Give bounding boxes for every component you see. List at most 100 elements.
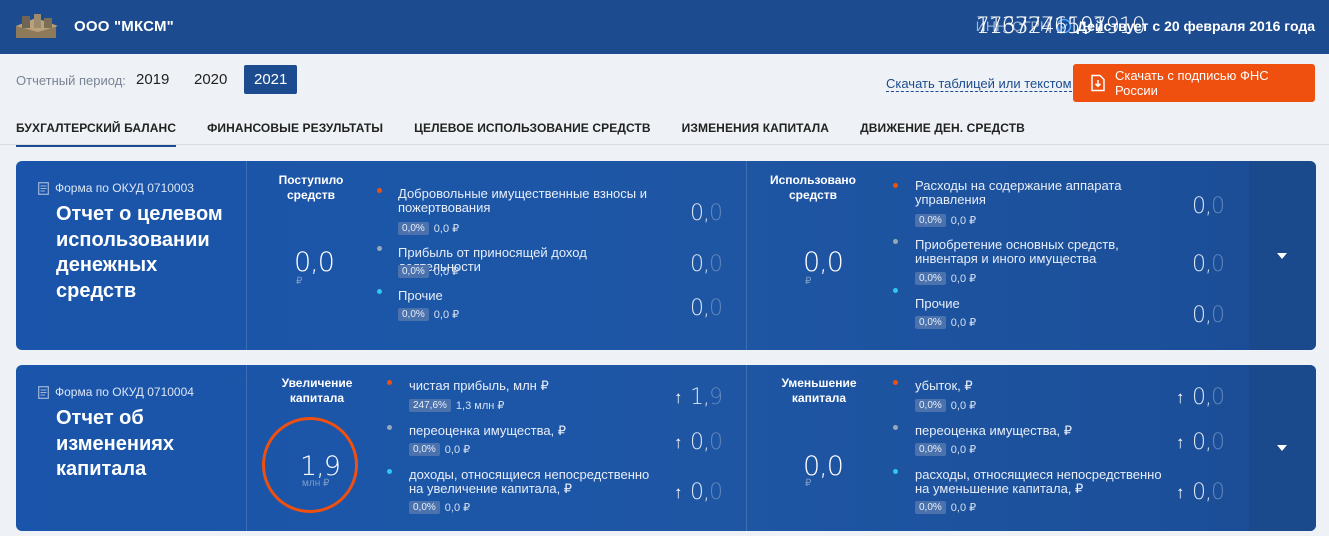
item-amount: 0,0 ₽ [950,502,977,514]
year-2020-button[interactable]: 2020 [184,65,237,94]
item-amount: 0,0 ₽ [444,444,471,456]
arrow-up-icon: ↑ [1176,433,1185,452]
download-file-icon [1091,74,1105,92]
bullet-dot [377,289,382,294]
column-divider [246,365,247,531]
top-bar: ООО "МКСМ" ИНН 7733271597 ОГРН 116774619… [0,0,1329,54]
decrease-item-label: убыток, ₽ [915,378,973,393]
expense-heading: Использовано средств [769,173,857,202]
decrease-heading: Уменьшение капитала [781,376,857,405]
download-fns-button[interactable]: Скачать с подписью ФНС России [1073,64,1315,102]
increase-item-label: переоценка имущества, ₽ [409,423,567,438]
income-item-value: 0,0 [690,201,723,226]
caret-down-icon [1277,445,1287,451]
bullet-dot [377,246,382,251]
income-item-label: Добровольные имущественные взносы и поже… [398,186,647,215]
increase-item-sub: 0,0% 0,0 ₽ [409,443,470,456]
caret-down-icon [1277,252,1287,259]
arrow-up-icon: ↑ [1176,388,1185,407]
decrease-total-unit: ₽ [805,478,812,489]
item-amount: 0,0 ₽ [950,273,977,285]
bullet-dot [893,288,898,293]
percent-badge: 0,0% [915,443,946,456]
percent-badge: 0,0% [915,214,946,227]
income-item-value: 0,0 [690,252,723,277]
form-code: Форма по ОКУД 0710003 [38,181,194,195]
item-amount: 0,0 ₽ [950,215,977,227]
period-label: Отчетный период: [16,73,126,88]
decrease-item-label: переоценка имущества, ₽ [915,423,1073,438]
arrow-up-icon: ↑ [674,388,683,407]
increase-item-label: доходы, относящиеся непосредственно на у… [409,467,650,496]
tabs-divider [0,144,1329,145]
increase-item-label: чистая прибыль, млн ₽ [409,378,549,393]
capital-changes-report-card: Форма по ОКУД 0710004 Отчет об изменения… [16,365,1316,531]
increase-item-value: 1,9 [690,385,723,410]
form-code: Форма по ОКУД 0710004 [38,385,194,399]
bullet-dot [387,425,392,430]
bullet-dot [377,188,382,193]
expense-item-sub: 0,0% 0,0 ₽ [915,272,976,285]
expense-item-value: 0,0 [1192,194,1225,219]
increase-item-value: 0,0 [690,480,723,505]
expense-item-value: 0,0 [1192,252,1225,277]
item-amount: 0,0 ₽ [433,309,460,321]
percent-badge: 0,0% [398,308,429,321]
percent-badge: 0,0% [409,501,440,514]
expense-item-sub: 0,0% 0,0 ₽ [915,214,976,227]
expense-item-sub: 0,0% 0,0 ₽ [915,316,976,329]
bullet-dot [893,425,898,430]
expense-item-label: Приобретение основных средств, инвентаря… [915,237,1119,266]
income-item-sub: 0,0% 0,0 ₽ [398,265,459,278]
increase-item-sub: 247,6% 1,3 млн ₽ [409,399,504,412]
decrease-item-label: расходы, относящиеся непосредственно на … [915,467,1162,496]
decrease-item-sub: 0,0% 0,0 ₽ [915,501,976,514]
income-item-label: Прочие [398,288,443,303]
expense-item-label: Прочие [915,296,960,311]
registration-info: ИНН 7733271597 ОГРН 1167746191910 Действ… [976,14,1315,39]
item-amount: 0,0 ₽ [950,317,977,329]
document-icon [38,181,49,195]
item-amount: 0,0 ₽ [433,223,460,235]
bullet-dot [893,183,898,188]
expense-item-label: Расходы на содержание аппарата управлени… [915,178,1122,207]
bullet-dot [893,469,898,474]
income-heading: Поступило средств [278,173,344,202]
expense-total-unit: ₽ [805,276,812,287]
expense-item-value: 0,0 [1192,303,1225,328]
item-amount: 0,0 ₽ [444,502,471,514]
card-title: Отчет об изменениях капитала [56,407,175,480]
expand-card-button[interactable] [1249,365,1316,531]
percent-badge: 0,0% [915,501,946,514]
decrease-item-value: 0,0 [1192,430,1225,455]
item-amount: 1,3 млн ₽ [455,400,505,412]
column-divider [746,161,747,350]
column-divider [746,365,747,531]
arrow-up-icon: ↑ [674,483,683,502]
year-2019-button[interactable]: 2019 [126,65,179,94]
decrease-item-sub: 0,0% 0,0 ₽ [915,443,976,456]
percent-badge: 247,6% [409,399,451,412]
increase-heading: Увеличение капитала [281,376,353,405]
percent-badge: 0,0% [915,316,946,329]
percent-badge: 0,0% [398,265,429,278]
decrease-item-value: 0,0 [1192,480,1225,505]
income-total-unit: ₽ [296,276,303,287]
income-total: 0,0 [294,247,335,278]
bullet-dot [893,380,898,385]
item-amount: 0,0 ₽ [433,266,460,278]
decrease-item-value: 0,0 [1192,385,1225,410]
income-item-sub: 0,0% 0,0 ₽ [398,308,459,321]
column-divider [246,161,247,350]
decrease-item-sub: 0,0% 0,0 ₽ [915,399,976,412]
percent-badge: 0,0% [915,399,946,412]
download-table-link[interactable]: Скачать таблицей или текстом [886,76,1072,92]
percent-badge: 0,0% [398,222,429,235]
year-2021-button[interactable]: 2021 [244,65,298,94]
increase-item-value: 0,0 [690,430,723,455]
expand-card-button[interactable] [1249,161,1316,350]
target-use-report-card: Форма по ОКУД 0710003 Отчет о целевом ис… [16,161,1316,350]
bullet-dot [893,239,898,244]
percent-badge: 0,0% [915,272,946,285]
form-code-text: Форма по ОКУД 0710004 [55,385,194,399]
